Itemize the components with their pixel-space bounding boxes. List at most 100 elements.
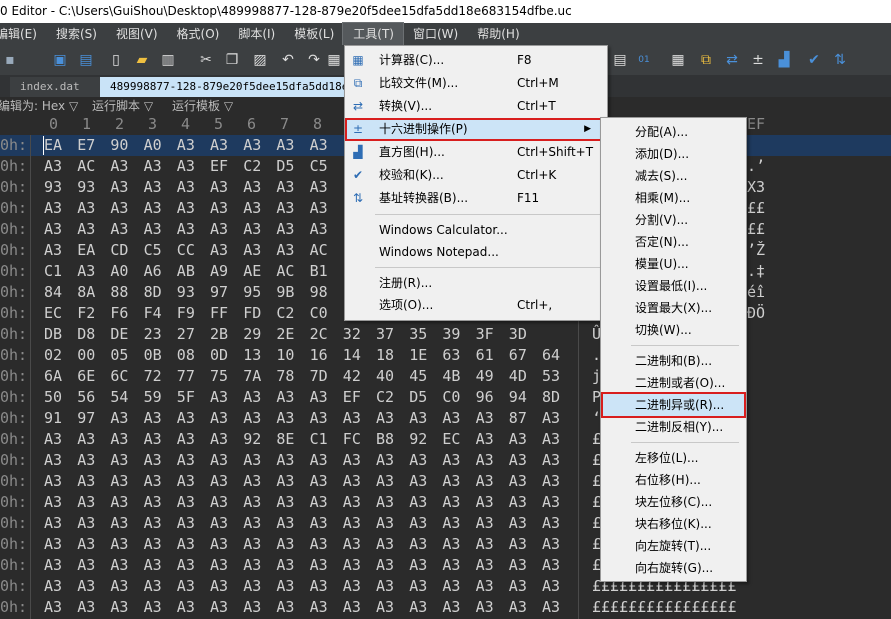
hex-byte[interactable]: A3 <box>144 156 162 177</box>
hex-byte[interactable]: A3 <box>343 576 361 597</box>
hex-byte[interactable]: A3 <box>409 597 427 618</box>
hex-row[interactable]: 0h:A3A3A3A3A3A3A3A3A3A3A3A3A3A3A3A3£££££… <box>0 492 891 513</box>
tab-current-file[interactable]: 489998877-128-879e20f5dee15dfa5dd18e6831… <box>100 77 380 97</box>
hex-byte[interactable]: EA <box>44 135 62 156</box>
hex-byte[interactable]: A3 <box>276 408 294 429</box>
hex-byte[interactable]: F6 <box>110 303 128 324</box>
hex-ops-menu-item[interactable]: 二进制和(B)... <box>601 350 744 372</box>
hex-byte[interactable]: A3 <box>343 513 361 534</box>
hex-byte[interactable]: A3 <box>310 492 328 513</box>
hex-byte[interactable]: 9B <box>276 282 294 303</box>
toolbar-icon-a[interactable]: ▤ <box>610 50 630 70</box>
hex-byte[interactable]: A3 <box>144 219 162 240</box>
hex-ops-menu-item[interactable]: 设置最大(X)... <box>601 297 744 319</box>
hex-byte[interactable]: 1E <box>409 345 427 366</box>
tab-index-dat[interactable]: index.dat <box>10 77 108 97</box>
hex-byte[interactable]: EC <box>442 429 460 450</box>
hex-byte[interactable]: AC <box>77 156 95 177</box>
hex-byte[interactable]: F4 <box>144 303 162 324</box>
calculator-toolbar-icon[interactable]: ▦ <box>668 50 688 70</box>
hex-ops-menu-item[interactable]: 左移位(L)... <box>601 447 744 469</box>
hex-byte[interactable]: A3 <box>509 597 527 618</box>
hex-byte[interactable]: A3 <box>409 576 427 597</box>
hex-byte[interactable]: 75 <box>210 366 228 387</box>
hex-byte[interactable]: A3 <box>210 387 228 408</box>
hex-byte[interactable]: A3 <box>442 408 460 429</box>
hex-ops-menu-item[interactable]: 模量(U)... <box>601 253 744 275</box>
hex-byte[interactable]: A3 <box>44 198 62 219</box>
hex-byte[interactable]: A3 <box>77 261 95 282</box>
hex-byte[interactable]: A3 <box>243 408 261 429</box>
hex-byte[interactable]: DE <box>110 324 128 345</box>
hex-byte[interactable]: FD <box>243 303 261 324</box>
hex-ops-menu-item[interactable]: 设置最低(I)... <box>601 275 744 297</box>
hex-byte[interactable]: A3 <box>476 534 494 555</box>
hex-byte[interactable]: A3 <box>343 534 361 555</box>
hex-byte[interactable]: 7A <box>243 366 261 387</box>
hex-byte[interactable]: A3 <box>44 534 62 555</box>
hex-byte[interactable]: A3 <box>542 597 560 618</box>
hex-byte[interactable]: A3 <box>44 219 62 240</box>
hex-byte[interactable]: A3 <box>243 387 261 408</box>
hex-byte[interactable]: 93 <box>77 177 95 198</box>
hex-ops-menu-item[interactable]: 切换(W)... <box>601 319 744 341</box>
menu-window[interactable]: 窗口(W) <box>403 23 467 45</box>
hex-ops-toolbar-icon[interactable]: ± <box>748 50 768 70</box>
hex-byte[interactable]: F2 <box>77 303 95 324</box>
menu-format[interactable]: 格式(O) <box>167 23 229 45</box>
hex-byte[interactable]: A3 <box>77 492 95 513</box>
hex-byte[interactable]: 2C <box>310 324 328 345</box>
hex-byte[interactable]: 8A <box>77 282 95 303</box>
hex-byte[interactable]: A3 <box>343 471 361 492</box>
hex-byte[interactable]: A3 <box>210 597 228 618</box>
hex-byte[interactable]: A3 <box>310 576 328 597</box>
hex-byte[interactable]: A3 <box>210 177 228 198</box>
hex-byte[interactable]: 2B <box>210 324 228 345</box>
histogram-toolbar-icon[interactable]: ▟ <box>774 50 794 70</box>
hex-byte[interactable]: A3 <box>509 450 527 471</box>
hex-byte[interactable]: C0 <box>442 387 460 408</box>
hex-byte[interactable]: A3 <box>110 513 128 534</box>
hex-byte[interactable]: A0 <box>144 135 162 156</box>
hex-byte[interactable]: 18 <box>376 345 394 366</box>
hex-row[interactable]: 0h:A3A3A3A3A3A3A3A3A3A3A3A3A3A3A3A3£££££… <box>0 597 891 618</box>
ascii-text[interactable]: .‡ <box>747 261 765 282</box>
hex-byte[interactable]: A3 <box>376 492 394 513</box>
hex-byte[interactable]: A3 <box>276 534 294 555</box>
ascii-text[interactable]: .’ <box>747 156 765 177</box>
hex-byte[interactable]: DB <box>44 324 62 345</box>
hex-byte[interactable]: 08 <box>177 345 195 366</box>
hex-byte[interactable]: A3 <box>310 198 328 219</box>
hex-byte[interactable]: A9 <box>210 261 228 282</box>
hex-byte[interactable]: A3 <box>542 429 560 450</box>
hex-byte[interactable]: 3D <box>509 324 527 345</box>
hex-byte[interactable]: A3 <box>442 471 460 492</box>
hex-byte[interactable]: 16 <box>310 345 328 366</box>
hex-byte[interactable]: A3 <box>509 576 527 597</box>
new-file-icon[interactable]: ▯ <box>106 50 126 70</box>
hex-byte[interactable]: A3 <box>542 450 560 471</box>
properties-icon[interactable]: ▥ <box>158 50 178 70</box>
hex-byte[interactable]: A3 <box>177 135 195 156</box>
hex-byte[interactable]: A3 <box>177 534 195 555</box>
hex-byte[interactable]: A3 <box>310 597 328 618</box>
hex-byte[interactable]: C2 <box>243 156 261 177</box>
hex-byte[interactable]: A3 <box>542 555 560 576</box>
hex-byte[interactable]: A3 <box>77 513 95 534</box>
hex-byte[interactable]: 8D <box>144 282 162 303</box>
hex-byte[interactable]: 59 <box>144 387 162 408</box>
hex-byte[interactable]: 92 <box>243 429 261 450</box>
hex-byte[interactable]: A3 <box>509 429 527 450</box>
hex-byte[interactable]: A3 <box>409 513 427 534</box>
hex-byte[interactable]: B8 <box>376 429 394 450</box>
hex-byte[interactable]: A3 <box>542 534 560 555</box>
hex-byte[interactable]: C5 <box>144 240 162 261</box>
hex-byte[interactable]: A3 <box>110 576 128 597</box>
hex-byte[interactable]: C1 <box>44 261 62 282</box>
hex-byte[interactable]: A3 <box>376 408 394 429</box>
hex-byte[interactable]: A3 <box>210 576 228 597</box>
hex-byte[interactable]: 42 <box>343 366 361 387</box>
open-folder-icon[interactable]: ▰ <box>132 50 152 70</box>
menu-search[interactable]: 搜索(S) <box>46 23 106 45</box>
hex-byte[interactable]: 90 <box>110 135 128 156</box>
